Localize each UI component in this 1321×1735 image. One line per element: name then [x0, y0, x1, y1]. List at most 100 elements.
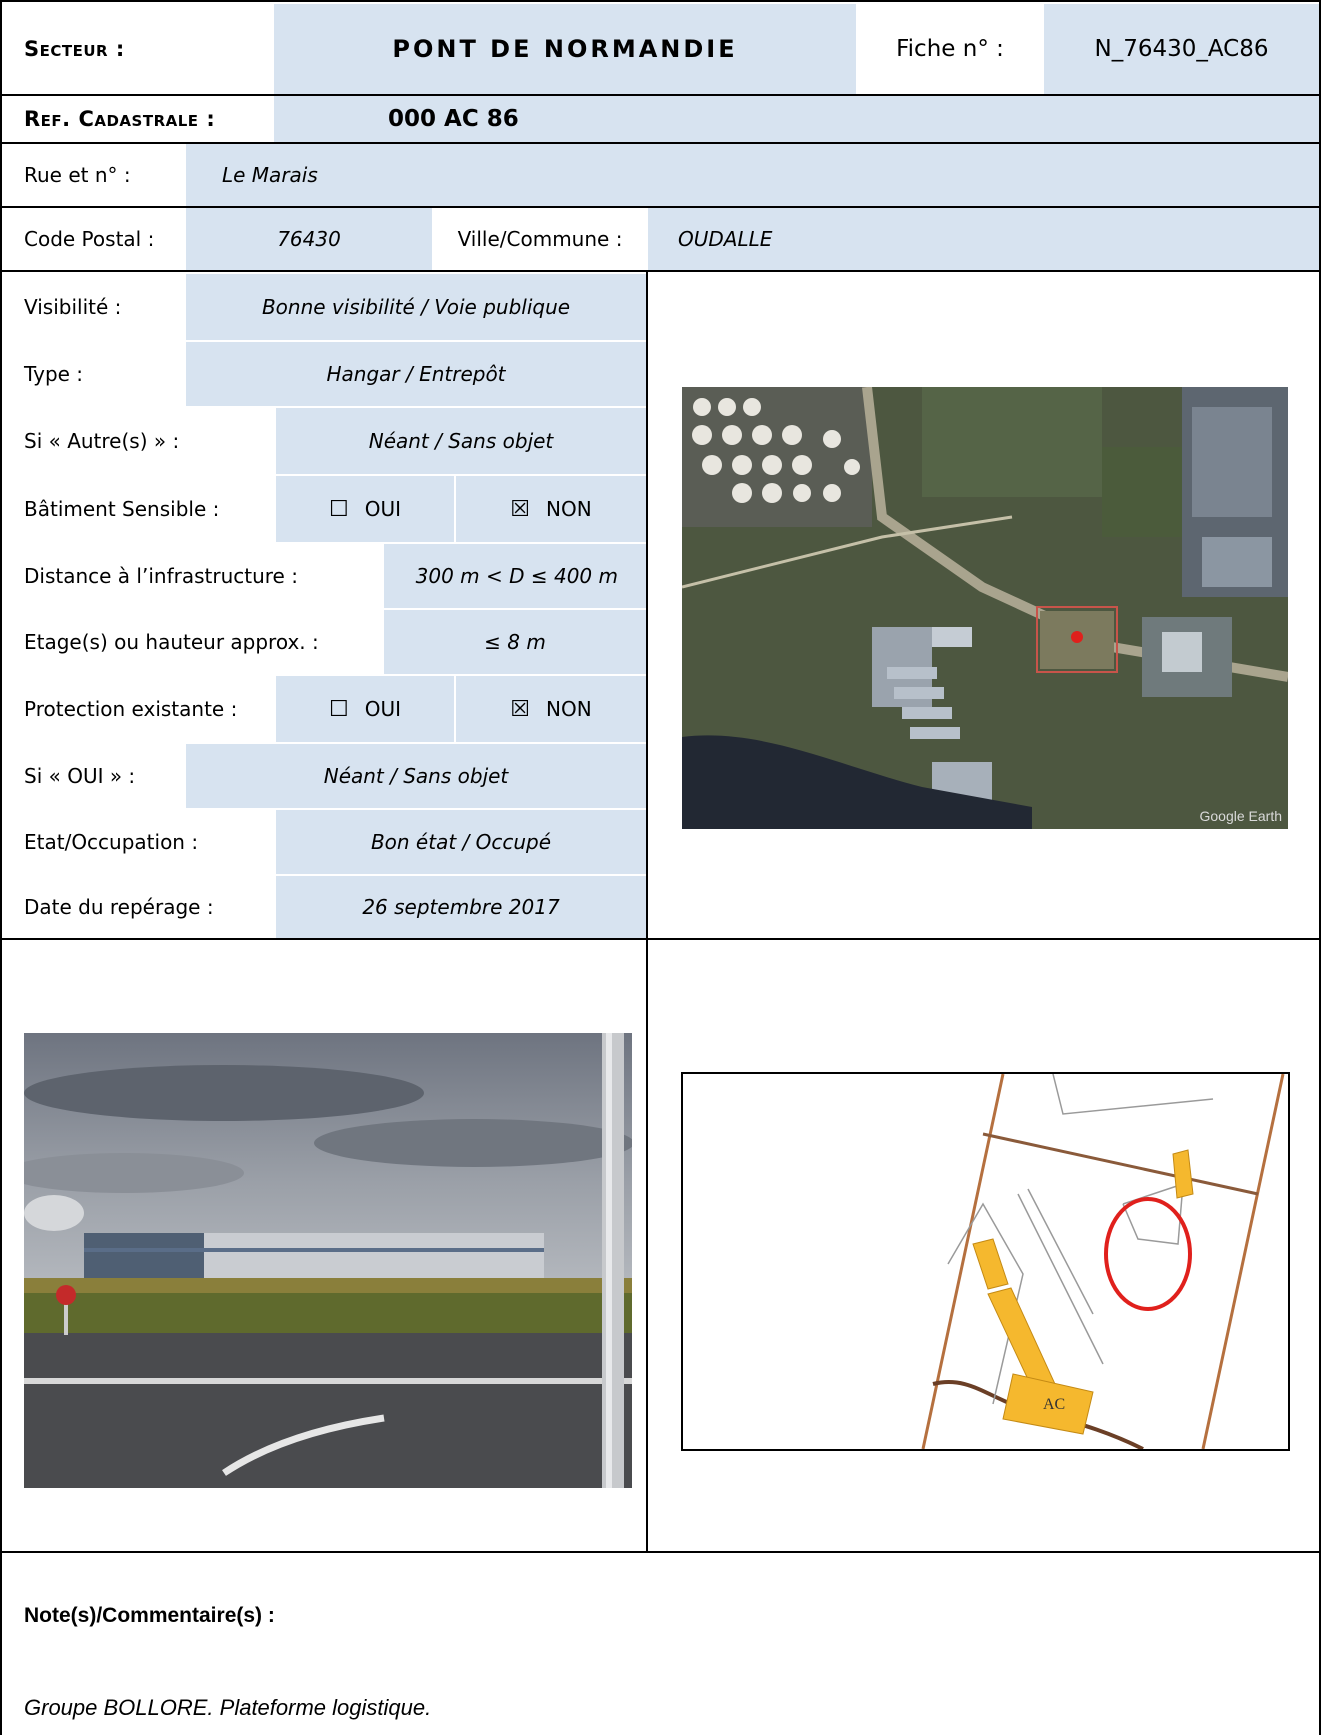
grid-line: [2, 142, 1319, 144]
parcel-label: AC: [1043, 1396, 1065, 1413]
protection-non-option[interactable]: ☒ NON: [456, 676, 646, 742]
ref-cadastrale-value-text: 000 AC 86: [388, 106, 519, 132]
ref-cadastrale-label: Ref. Cadastrale :: [4, 96, 274, 142]
fiche-value: N_76430_AC86: [1044, 4, 1319, 94]
row-divider: [276, 542, 646, 544]
ref-cadastrale-label-text: Ref. Cadastrale :: [24, 107, 216, 131]
row-divider: [276, 474, 646, 476]
aerial-satellite-image: Google Earth: [682, 387, 1288, 829]
type-label: Type :: [4, 342, 184, 406]
secteur-value: PONT DE NORMANDIE: [274, 4, 856, 94]
row-divider: [276, 874, 646, 876]
protection-non-text: NON: [546, 697, 592, 721]
grid-line: [2, 1551, 1319, 1553]
row-divider: [186, 808, 646, 810]
sensible-label: Bâtiment Sensible :: [4, 476, 274, 542]
row-divider: [454, 676, 456, 742]
row-divider: [276, 674, 646, 676]
row-divider: [432, 208, 434, 270]
etage-label-text: Etage(s) ou hauteur approx. :: [24, 630, 319, 654]
sensible-oui-checkbox-icon[interactable]: ☐: [329, 497, 349, 522]
rue-label-text: Rue et n° :: [24, 163, 131, 187]
autres-label-text: Si « Autre(s) » :: [24, 429, 180, 453]
etat-label-text: Etat/Occupation :: [24, 830, 199, 854]
autres-value: Néant / Sans objet: [276, 408, 646, 474]
distance-value: 300 m < D ≤ 400 m: [384, 544, 646, 608]
property-sheet: Secteur : PONT DE NORMANDIE Fiche n° : N…: [0, 0, 1321, 1735]
ville-label: Ville/Commune :: [434, 208, 646, 270]
code-postal-label-text: Code Postal :: [24, 227, 155, 251]
protection-label: Protection existante :: [4, 676, 274, 742]
row-divider: [646, 208, 648, 270]
protection-oui-checkbox-icon[interactable]: ☐: [329, 697, 349, 722]
fiche-label: Fiche n° :: [858, 4, 1042, 94]
sensible-oui-option[interactable]: ☐ OUI: [276, 476, 454, 542]
date-value: 26 septembre 2017: [276, 876, 646, 938]
row-divider: [186, 406, 646, 408]
si-oui-value-text: Néant / Sans objet: [323, 764, 509, 788]
si-oui-value: Néant / Sans objet: [186, 744, 646, 808]
rue-value: Le Marais: [186, 144, 1319, 206]
type-value: Hangar / Entrepôt: [186, 342, 646, 406]
sensible-non-text: NON: [546, 497, 592, 521]
rue-label: Rue et n° :: [4, 144, 184, 206]
street-photo: [24, 1033, 632, 1488]
row-divider: [454, 476, 456, 542]
protection-label-text: Protection existante :: [24, 697, 238, 721]
aerial-satellite-graphic: Google Earth: [682, 387, 1288, 829]
visibilite-label: Visibilité :: [4, 274, 184, 340]
ville-value: OUDALLE: [648, 208, 1319, 270]
protection-oui-option[interactable]: ☐ OUI: [276, 676, 454, 742]
grid-line: [2, 94, 1319, 96]
protection-oui-text: OUI: [364, 697, 401, 721]
sensible-oui-text: OUI: [364, 497, 401, 521]
grid-line: [2, 938, 1319, 940]
sensible-non-checkbox-icon[interactable]: ☒: [510, 497, 530, 522]
etat-value: Bon état / Occupé: [276, 810, 646, 874]
ref-cadastrale-value: 000 AC 86: [274, 96, 1319, 142]
sensible-label-text: Bâtiment Sensible :: [24, 497, 220, 521]
code-postal-value: 76430: [186, 208, 432, 270]
street-photo-graphic: [24, 1033, 632, 1488]
protection-non-checkbox-icon[interactable]: ☒: [510, 697, 530, 722]
type-label-text: Type :: [24, 362, 84, 386]
grid-line: [646, 270, 648, 1553]
fiche-value-text: N_76430_AC86: [1094, 36, 1269, 62]
google-earth-watermark: Google Earth: [1200, 808, 1283, 824]
etage-value-text: ≤ 8 m: [484, 630, 546, 654]
notes-text: Groupe BOLLORE. Plateforme logistique.: [24, 1695, 432, 1720]
code-postal-label: Code Postal :: [4, 208, 184, 270]
grid-line: [2, 206, 1319, 208]
si-oui-label-text: Si « OUI » :: [24, 764, 136, 788]
etat-label: Etat/Occupation :: [4, 810, 274, 874]
rue-value-text: Le Marais: [222, 163, 318, 187]
distance-label-text: Distance à l’infrastructure :: [24, 564, 298, 588]
row-divider: [186, 340, 646, 342]
code-postal-value-text: 76430: [277, 227, 341, 251]
grid-line: [2, 270, 1319, 272]
etage-value: ≤ 8 m: [384, 610, 646, 674]
cadastral-plan: AC: [681, 1072, 1290, 1451]
secteur-label: Secteur :: [4, 4, 274, 94]
fiche-label-text: Fiche n° :: [896, 36, 1004, 62]
autres-label: Si « Autre(s) » :: [4, 408, 274, 474]
notes-heading: Note(s)/Commentaire(s) :: [24, 1604, 275, 1627]
row-divider: [384, 608, 646, 610]
distance-label: Distance à l’infrastructure :: [4, 544, 382, 608]
secteur-value-text: PONT DE NORMANDIE: [392, 35, 738, 63]
autres-value-text: Néant / Sans objet: [368, 429, 554, 453]
etat-value-text: Bon état / Occupé: [370, 830, 552, 854]
type-value-text: Hangar / Entrepôt: [326, 362, 506, 386]
secteur-label-text: Secteur :: [24, 37, 125, 61]
sensible-non-option[interactable]: ☒ NON: [456, 476, 646, 542]
date-label: Date du repérage :: [4, 876, 274, 938]
row-divider: [186, 742, 646, 744]
ville-label-text: Ville/Commune :: [457, 227, 623, 251]
cadastral-plan-graphic: AC: [921, 1074, 1285, 1449]
visibilite-label-text: Visibilité :: [24, 295, 122, 319]
si-oui-label: Si « OUI » :: [4, 744, 184, 808]
etage-label: Etage(s) ou hauteur approx. :: [4, 610, 382, 674]
date-value-text: 26 septembre 2017: [362, 895, 560, 919]
date-label-text: Date du repérage :: [24, 895, 214, 919]
ville-value-text: OUDALLE: [678, 227, 773, 251]
